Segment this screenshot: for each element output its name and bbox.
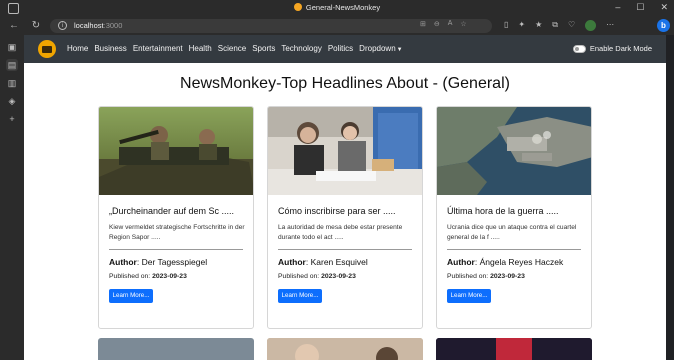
news-card-image-partial bbox=[436, 338, 592, 360]
nav-links: Home Business Entertainment Health Scien… bbox=[67, 44, 403, 53]
card-description: Ucrania dice que un ataque contra el cua… bbox=[447, 224, 577, 241]
nav-link-sports[interactable]: Sports bbox=[252, 44, 275, 53]
vertical-tab-sidebar: ▣ ▤ ▥ ◈ + bbox=[0, 35, 24, 360]
maximize-icon[interactable]: ☐ bbox=[636, 2, 644, 13]
nav-link-entertainment[interactable]: Entertainment bbox=[133, 44, 183, 53]
card-description: Kiew vermeldet strategische Fortschritte… bbox=[109, 224, 245, 241]
toolbar-actions: ▯ ✦ ★ ⧉ ♡ ⋯ bbox=[504, 20, 614, 31]
new-tab-icon[interactable]: + bbox=[6, 113, 18, 125]
tab-icon-3[interactable]: ◈ bbox=[6, 95, 18, 107]
favorites-icon[interactable]: ★ bbox=[535, 20, 542, 31]
news-card-image-partial bbox=[267, 338, 423, 360]
minimize-icon[interactable]: – bbox=[615, 2, 620, 13]
nav-link-technology[interactable]: Technology bbox=[281, 44, 321, 53]
card-divider bbox=[278, 249, 412, 250]
page-scrollbar[interactable] bbox=[666, 35, 674, 360]
copilot-icon[interactable]: b bbox=[657, 19, 670, 32]
nav-link-health[interactable]: Health bbox=[189, 44, 212, 53]
news-image-voting bbox=[268, 107, 422, 195]
read-aloud-icon[interactable]: A bbox=[448, 20, 453, 28]
card-author: Author: Der Tagesspiegel bbox=[109, 257, 208, 267]
close-icon[interactable]: ✕ bbox=[660, 2, 668, 13]
news-card: Última hora de la guerra ..... Ucrania d… bbox=[436, 106, 592, 329]
nav-link-business[interactable]: Business bbox=[94, 44, 126, 53]
caret-down-icon: ▼ bbox=[396, 47, 403, 53]
tab-icon-2[interactable]: ▥ bbox=[6, 77, 18, 89]
card-title: Última hora de la guerra ..... bbox=[447, 206, 559, 216]
page-title: NewsMonkey-Top Headlines About - (Genera… bbox=[180, 75, 510, 92]
card-published: Published on: 2023-09-23 bbox=[109, 273, 187, 280]
favorite-icon[interactable]: ☆ bbox=[460, 20, 466, 28]
site-favicon-icon bbox=[293, 3, 302, 11]
extensions-icon[interactable]: ✦ bbox=[518, 20, 525, 31]
learn-more-button[interactable]: Learn More... bbox=[278, 289, 322, 303]
learn-more-button[interactable]: Learn More... bbox=[447, 289, 491, 303]
card-author: Author: Karen Esquivel bbox=[278, 257, 368, 267]
news-tab-icon[interactable]: ▤ bbox=[6, 59, 18, 71]
page-viewport: Home Business Entertainment Health Scien… bbox=[24, 35, 666, 360]
card-title: Cómo inscribirse para ser ..... bbox=[278, 206, 396, 216]
card-title: „Durcheinander auf dem Sc ..... bbox=[109, 206, 235, 216]
news-image-satellite bbox=[437, 107, 591, 195]
refresh-icon[interactable]: ↻ bbox=[29, 19, 43, 33]
news-card-image-partial bbox=[98, 338, 254, 360]
toggle-switch-icon[interactable] bbox=[572, 44, 586, 53]
browser-essentials-icon[interactable]: ♡ bbox=[568, 20, 575, 31]
profile-avatar[interactable] bbox=[585, 20, 597, 31]
collections-icon[interactable]: ⧉ bbox=[552, 20, 558, 31]
browser-title-bar: General-NewsMonkey – ☐ ✕ bbox=[0, 0, 674, 17]
nav-dropdown[interactable]: Dropdown▼ bbox=[359, 44, 402, 53]
nav-dropdown-label: Dropdown bbox=[359, 44, 396, 53]
tab-title: General-NewsMonkey bbox=[305, 3, 381, 12]
site-info-icon[interactable]: i bbox=[58, 21, 67, 30]
card-published: Published on: 2023-09-23 bbox=[278, 273, 356, 280]
url-text[interactable]: localhost:3000 bbox=[74, 21, 122, 30]
learn-more-button[interactable]: Learn More... bbox=[109, 289, 153, 303]
back-icon[interactable]: ← bbox=[7, 19, 21, 33]
card-divider bbox=[109, 249, 243, 250]
card-description: La autoridad de mesa debe estar presente… bbox=[278, 224, 403, 241]
news-image-soldiers bbox=[99, 107, 253, 195]
window-controls: – ☐ ✕ bbox=[615, 2, 668, 13]
card-author: Author: Ángela Reyes Haczek bbox=[447, 257, 564, 267]
dark-mode-label: Enable Dark Mode bbox=[589, 44, 652, 53]
nav-link-politics[interactable]: Politics bbox=[328, 44, 353, 53]
split-screen-icon[interactable]: ▯ bbox=[504, 20, 508, 31]
address-bar-actions: ⊞ ⊖ A ☆ bbox=[420, 20, 467, 28]
news-card: Cómo inscribirse para ser ..... La autor… bbox=[267, 106, 423, 329]
settings-more-icon[interactable]: ⋯ bbox=[606, 20, 614, 31]
nav-link-science[interactable]: Science bbox=[218, 44, 246, 53]
site-navbar: Home Business Entertainment Health Scien… bbox=[24, 35, 666, 63]
window-title: General-NewsMonkey bbox=[0, 3, 674, 12]
card-published: Published on: 2023-09-23 bbox=[447, 273, 525, 280]
card-divider bbox=[447, 249, 581, 250]
newsmonkey-logo-icon[interactable] bbox=[38, 40, 56, 58]
nav-link-home[interactable]: Home bbox=[67, 44, 88, 53]
news-card: „Durcheinander auf dem Sc ..... Kiew ver… bbox=[98, 106, 254, 329]
app-available-icon[interactable]: ⊞ bbox=[420, 20, 426, 28]
dark-mode-switch[interactable]: Enable Dark Mode bbox=[572, 44, 652, 53]
vertical-tabs-icon[interactable]: ▣ bbox=[6, 41, 18, 53]
zoom-icon[interactable]: ⊖ bbox=[434, 20, 440, 28]
browser-toolbar: ← ↻ i localhost:3000 ⊞ ⊖ A ☆ ▯ ✦ ★ ⧉ ♡ ⋯… bbox=[0, 17, 674, 35]
